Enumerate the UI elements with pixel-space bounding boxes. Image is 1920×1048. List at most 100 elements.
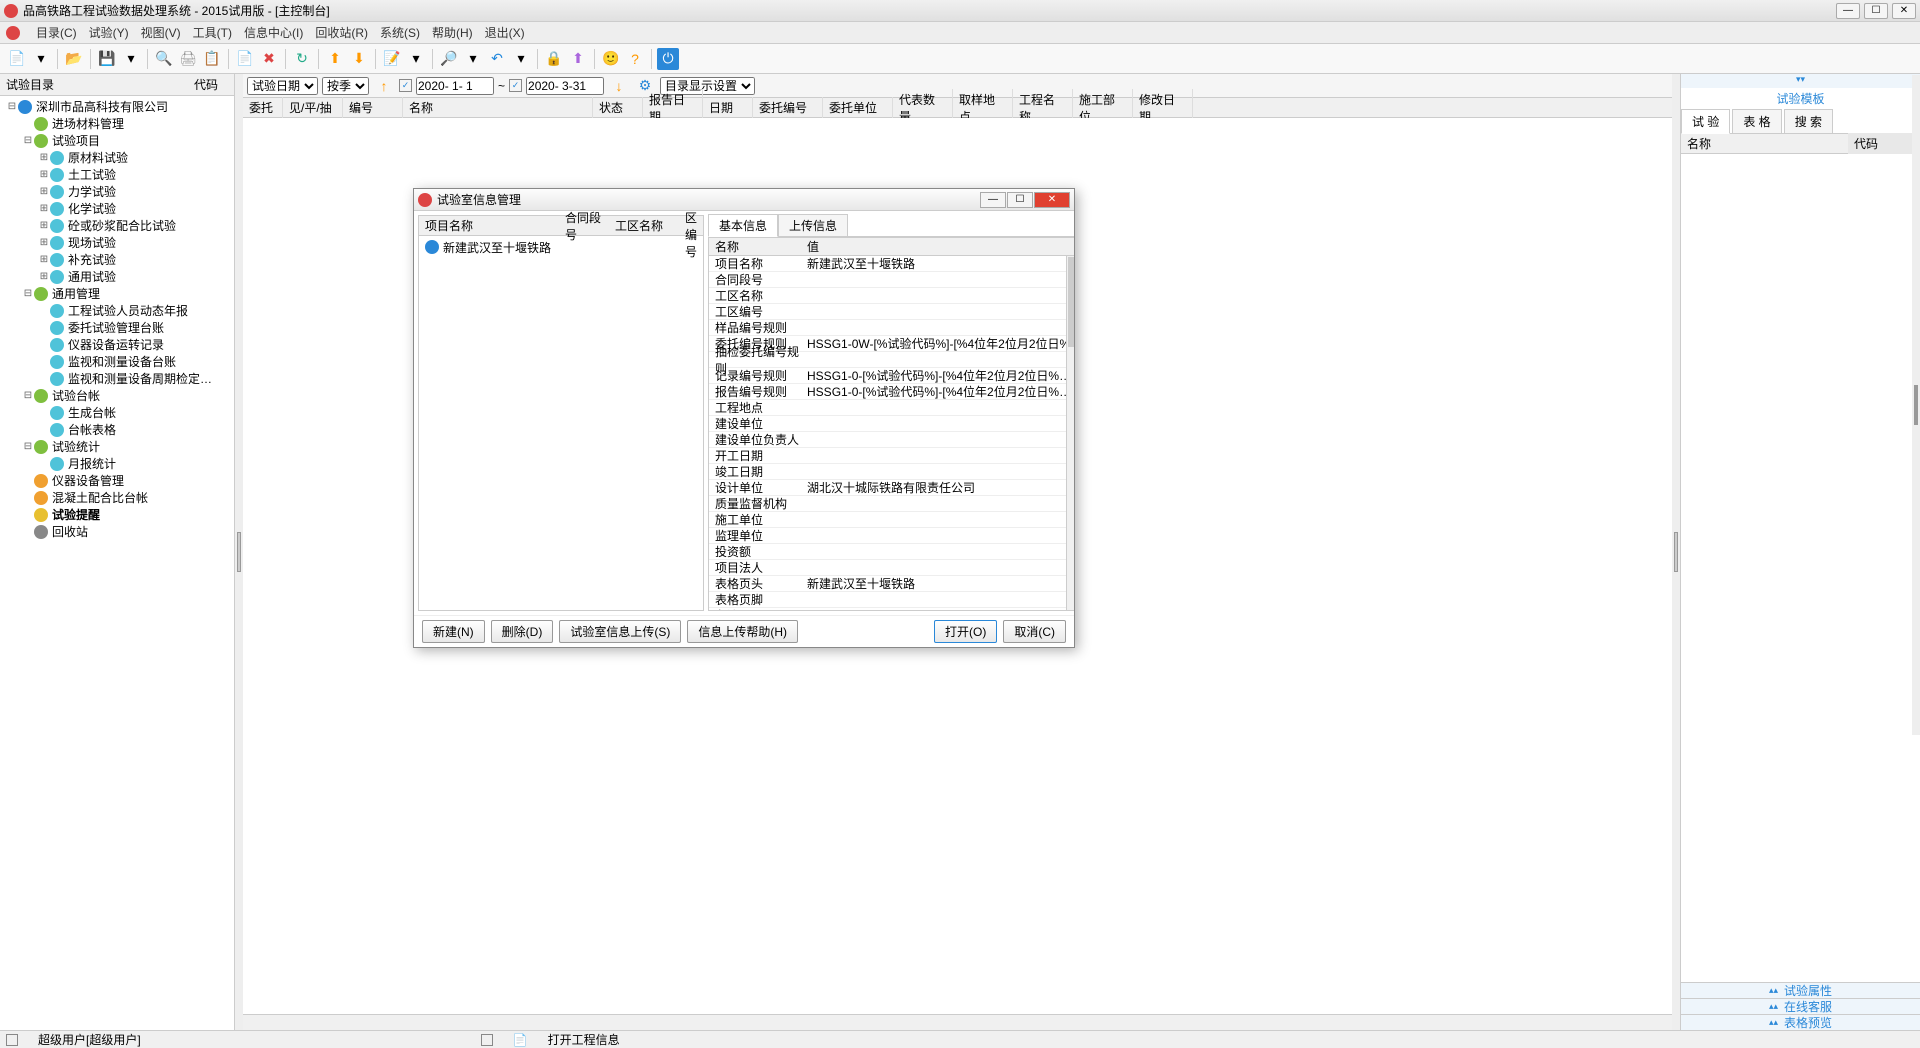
menu-recycle[interactable]: 回收站(R) [315,24,368,41]
tree-expand-icon[interactable]: ⊟ [22,135,34,146]
tree-node[interactable]: 工程试验人员动态年报 [2,302,232,319]
tree-node[interactable]: 监视和测量设备台账 [2,353,232,370]
undo-icon[interactable]: ↶ [486,48,508,70]
maximize-button[interactable]: ☐ [1864,3,1888,19]
menu-help[interactable]: 帮助(H) [432,24,473,41]
tab-table[interactable]: 表 格 [1732,109,1781,133]
right-section-service[interactable]: ▴▴在线客服 [1681,998,1920,1014]
dialog-vscrollbar[interactable] [1066,256,1074,610]
copy-icon[interactable]: 📋 [201,48,223,70]
up-icon[interactable]: ⬆ [324,48,346,70]
project-row[interactable]: 新建武汉至十堰铁路 [421,238,701,256]
dialog-tab-basic[interactable]: 基本信息 [708,214,778,237]
property-row[interactable]: 项目法人 [709,560,1074,576]
menu-view[interactable]: 视图(V) [141,24,181,41]
dropdown-icon[interactable]: ▾ [510,48,532,70]
minimize-button[interactable]: — [1836,3,1860,19]
tree-expand-icon[interactable]: ⊞ [38,271,50,282]
tree-node[interactable]: 监视和测量设备周期检定… [2,370,232,387]
property-value[interactable]: 湖北汉十城际铁路有限责任公司 [801,479,1074,496]
property-row[interactable]: 表格页头新建武汉至十堰铁路 [709,576,1074,592]
tree-expand-icon[interactable]: ⊞ [38,152,50,163]
tree-node[interactable]: 生成台帐 [2,404,232,421]
save-icon[interactable]: 💾 [96,48,118,70]
period-select[interactable]: 按季 [322,77,369,95]
paste-icon[interactable]: 📄 [234,48,256,70]
hscrollbar[interactable] [243,1014,1672,1030]
property-value[interactable]: HSSG1-0-[%试验代码%]-[%4位年2位月2位日%… [801,383,1074,400]
tree[interactable]: ⊟深圳市品高科技有限公司进场材料管理⊟试验项目⊞原材料试验⊞土工试验⊞力学试验⊞… [0,96,234,1030]
upload-icon[interactable]: ⬆ [567,48,589,70]
splitter-left[interactable] [235,74,243,1030]
tree-expand-icon[interactable]: ⊟ [22,288,34,299]
tree-node[interactable]: ⊟试验台帐 [2,387,232,404]
close-window-button[interactable]: ✕ [1892,3,1916,19]
property-row[interactable]: 质量监督机构 [709,496,1074,512]
tree-node[interactable]: 仪器设备管理 [2,472,232,489]
tree-node[interactable]: ⊞补充试验 [2,251,232,268]
tree-node[interactable]: 月报统计 [2,455,232,472]
property-row[interactable]: 工区编号 [709,304,1074,320]
splitter-right[interactable] [1672,74,1680,1030]
face-icon[interactable]: 🙂 [600,48,622,70]
property-row[interactable]: 样品编号规则 [709,320,1074,336]
tree-node[interactable]: 台帐表格 [2,421,232,438]
property-row[interactable]: 施工单位 [709,512,1074,528]
right-collapse-top[interactable]: ▾▾ [1681,74,1920,88]
tree-expand-icon[interactable]: ⊞ [38,254,50,265]
tree-node[interactable]: 委托试验管理台账 [2,319,232,336]
property-row[interactable]: 备注 [709,608,1074,611]
help-icon[interactable]: ? [624,48,646,70]
property-row[interactable]: 合同段号 [709,272,1074,288]
edit-icon[interactable]: 📝 [381,48,403,70]
tree-node[interactable]: 仪器设备运转记录 [2,336,232,353]
new-icon[interactable]: 📄 [6,48,28,70]
dialog-maximize-button[interactable]: ☐ [1007,192,1033,208]
tree-expand-icon[interactable]: ⊟ [22,390,34,401]
property-row[interactable]: 建设单位负责人 [709,432,1074,448]
menu-tools[interactable]: 工具(T) [193,24,232,41]
property-row[interactable]: 记录编号规则HSSG1-0-[%试验代码%]-[%4位年2位月2位日%… [709,368,1074,384]
dropdown-icon[interactable]: ▾ [30,48,52,70]
property-row[interactable]: 工区名称 [709,288,1074,304]
from-checkbox[interactable]: ✓ [399,79,412,92]
tree-expand-icon[interactable]: ⊟ [22,441,34,452]
dropdown-icon[interactable]: ▾ [462,48,484,70]
tree-node[interactable]: ⊞通用试验 [2,268,232,285]
tree-node[interactable]: ⊞土工试验 [2,166,232,183]
tree-node[interactable]: ⊞砼或砂浆配合比试验 [2,217,232,234]
right-section-prop[interactable]: ▴▴试验属性 [1681,982,1920,998]
tree-node[interactable]: ⊟深圳市品高科技有限公司 [2,98,232,115]
property-row[interactable]: 竣工日期 [709,464,1074,480]
tree-node[interactable]: 混凝土配合比台帐 [2,489,232,506]
far-right-splitter[interactable] [1912,75,1920,735]
dialog-minimize-button[interactable]: — [980,192,1006,208]
property-row[interactable]: 投资额 [709,544,1074,560]
right-section-preview[interactable]: ▴▴表格预览 [1681,1014,1920,1030]
property-value[interactable]: HSSG1-0-[%试验代码%]-[%4位年2位月2位日%… [801,367,1074,384]
tree-node[interactable]: 进场材料管理 [2,115,232,132]
open-button[interactable]: 打开(O) [934,620,997,643]
property-row[interactable]: 项目名称新建武汉至十堰铁路 [709,256,1074,272]
zoom-icon[interactable]: 🔎 [438,48,460,70]
center-column-header[interactable]: 委托 [243,97,283,118]
menu-test[interactable]: 试验(Y) [89,24,129,41]
property-row[interactable]: 监理单位 [709,528,1074,544]
power-icon[interactable]: ⏻ [657,48,679,70]
property-value[interactable]: 新建武汉至十堰铁路 [801,575,1074,592]
tree-expand-icon[interactable]: ⊞ [38,169,50,180]
menu-exit[interactable]: 退出(X) [485,24,525,41]
refresh-icon[interactable]: ↻ [291,48,313,70]
date-from-input[interactable] [416,77,494,95]
to-checkbox[interactable]: ✓ [509,79,522,92]
tree-expand-icon[interactable]: ⊞ [38,203,50,214]
center-column-header[interactable]: 委托编号 [753,97,823,118]
down-icon[interactable]: ⬇ [348,48,370,70]
tree-expand-icon[interactable]: ⊟ [6,101,18,112]
tree-expand-icon[interactable]: ⊞ [38,186,50,197]
property-row[interactable]: 表格页脚 [709,592,1074,608]
date-to-input[interactable] [526,77,604,95]
upload-info-button[interactable]: 试验室信息上传(S) [559,620,681,643]
property-row[interactable]: 工程地点 [709,400,1074,416]
dropdown-icon[interactable]: ▾ [120,48,142,70]
